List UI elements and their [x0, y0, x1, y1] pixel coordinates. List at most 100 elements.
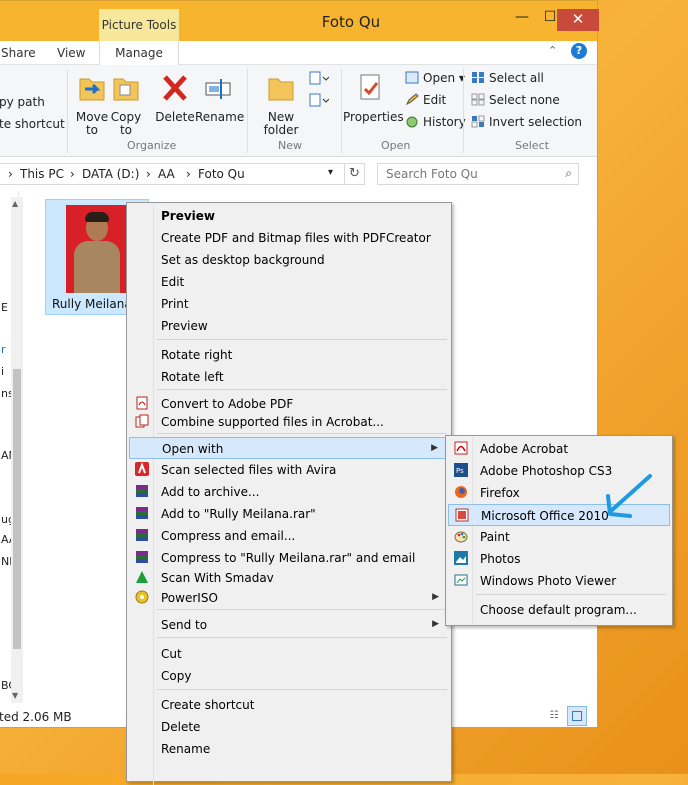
new-folder-button[interactable]: New folder: [259, 71, 303, 137]
menu-item-label: Convert to Adobe PDF: [161, 397, 294, 411]
invert-selection-button[interactable]: Invert selection: [471, 115, 582, 129]
open-with-item-photos[interactable]: Photos: [448, 548, 670, 570]
search-box[interactable]: Search Foto Qu ⌕: [377, 163, 579, 185]
scrollbar-thumb[interactable]: [13, 369, 21, 649]
folder-move-icon: [79, 78, 105, 101]
address-dropdown-icon[interactable]: ▾: [328, 167, 333, 178]
help-icon[interactable]: ?: [571, 43, 587, 59]
menu-item-label: Photos: [480, 552, 521, 566]
menu-separator: [157, 339, 447, 340]
properties-icon: [360, 74, 380, 100]
minimize-button[interactable]: —: [509, 9, 535, 31]
menu-item-send-to[interactable]: Send to ▶: [129, 614, 449, 636]
menu-item-label: Preview: [161, 319, 208, 333]
menu-item-label: Preview: [161, 209, 216, 223]
menu-item-label: Open with: [162, 442, 224, 456]
paste-shortcut-button[interactable]: te shortcut: [0, 117, 65, 131]
menu-item-label: Scan selected files with Avira: [161, 463, 337, 477]
winrar-icon: [135, 550, 149, 564]
refresh-icon[interactable]: ↻: [345, 163, 365, 185]
nav-item[interactable]: i: [1, 365, 4, 378]
easy-access-icon[interactable]: [309, 93, 329, 107]
open-button[interactable]: Open ▾: [405, 71, 465, 85]
edit-button[interactable]: Edit: [405, 93, 446, 107]
tab-manage[interactable]: Manage: [99, 41, 179, 65]
breadcrumb-aa[interactable]: AA: [158, 167, 175, 181]
open-with-item-adobe-acrobat[interactable]: Adobe Acrobat: [448, 438, 670, 460]
details-view-icon[interactable]: ☷: [545, 707, 563, 725]
poweriso-icon: [135, 590, 149, 604]
copy-to-button[interactable]: Copy to: [109, 71, 143, 137]
winrar-icon: [135, 484, 149, 498]
menu-separator: [157, 609, 447, 610]
menu-item-create-pdf-and-bitmap-files-with-pdfcreator[interactable]: Create PDF and Bitmap files with PDFCrea…: [129, 227, 449, 249]
rename-icon: [205, 79, 231, 99]
edit-icon: [405, 93, 419, 106]
large-icons-view-icon[interactable]: [567, 706, 587, 726]
tab-view[interactable]: View: [57, 46, 85, 60]
winrar-icon: [135, 528, 149, 542]
select-group-label: Select: [515, 139, 549, 152]
select-none-icon: [471, 93, 485, 106]
avira-icon: [135, 462, 149, 476]
breadcrumb-sep: ›: [8, 167, 13, 181]
scroll-up-icon[interactable]: ▲: [12, 199, 18, 208]
picture-tools-tab-header: Picture Tools: [99, 9, 179, 41]
breadcrumb-data-d[interactable]: DATA (D:): [82, 167, 139, 181]
menu-item-create-shortcut[interactable]: Create shortcut: [129, 694, 449, 716]
ribbon-minimize-icon[interactable]: ⌃: [548, 44, 557, 57]
properties-button[interactable]: Properties: [343, 71, 404, 124]
menu-item-label: Delete: [161, 720, 201, 734]
menu-item-combine-supported-files-in-acrobat[interactable]: Combine supported files in Acrobat...: [129, 411, 449, 433]
menu-item-scan-with-smadav[interactable]: Scan With Smadav: [129, 567, 449, 589]
menu-item-add-to-rully-meilana-rar[interactable]: Add to "Rully Meilana.rar": [129, 503, 449, 525]
menu-item-compress-to-rully-meilana-rar-and-email[interactable]: Compress to "Rully Meilana.rar" and emai…: [129, 547, 449, 569]
breadcrumb-this-pc[interactable]: This PC: [20, 167, 64, 181]
breadcrumb-foto-qu[interactable]: Foto Qu: [198, 167, 245, 181]
open-with-item-windows-photo-viewer[interactable]: Windows Photo Viewer: [448, 570, 670, 592]
select-none-button[interactable]: Select none: [471, 93, 560, 107]
menu-item-copy[interactable]: Copy: [129, 665, 449, 687]
nav-item[interactable]: r: [1, 343, 6, 356]
menu-item-rotate-left[interactable]: Rotate left: [129, 366, 449, 388]
menu-item-open-with[interactable]: Open with ▶: [129, 437, 449, 459]
delete-button[interactable]: Delete: [155, 71, 195, 124]
svg-text:Ps: Ps: [456, 467, 464, 475]
menu-item-rename[interactable]: Rename: [129, 738, 449, 760]
menu-item-add-to-archive[interactable]: Add to archive...: [129, 481, 449, 503]
select-all-button[interactable]: Select all: [471, 71, 544, 85]
address-bar[interactable]: › This PC › DATA (D:) › AA › Foto Qu ▾: [0, 163, 345, 185]
copy-path-button[interactable]: py path: [0, 95, 45, 109]
menu-item-rotate-right[interactable]: Rotate right: [129, 344, 449, 366]
nav-item[interactable]: E: [1, 301, 8, 314]
menu-item-delete[interactable]: Delete: [129, 716, 449, 738]
adobe-pdf-icon: [135, 396, 149, 410]
menu-item-cut[interactable]: Cut: [129, 643, 449, 665]
menu-item-preview[interactable]: Preview: [129, 205, 449, 227]
menu-item-poweriso[interactable]: PowerISO ▶: [129, 587, 449, 609]
new-item-icon[interactable]: [309, 71, 329, 85]
menu-item-preview[interactable]: Preview: [129, 315, 449, 337]
menu-item-label: Create PDF and Bitmap files with PDFCrea…: [161, 231, 431, 245]
menu-item-label: Edit: [161, 275, 185, 289]
rename-button[interactable]: Rename: [195, 71, 244, 124]
menu-item-scan-selected-files-with-avira[interactable]: Scan selected files with Avira: [129, 459, 449, 481]
menu-item-set-as-desktop-background[interactable]: Set as desktop background: [129, 249, 449, 271]
menu-item-edit[interactable]: Edit: [129, 271, 449, 293]
history-button[interactable]: History: [405, 115, 466, 129]
breadcrumb-sep: ›: [146, 167, 151, 181]
nav-scrollbar[interactable]: ▲ ▼: [11, 197, 23, 703]
status-text: ted 2.06 MB: [0, 710, 72, 724]
annotation-arrow-icon: [606, 474, 652, 518]
close-button[interactable]: ✕: [557, 9, 599, 31]
menu-separator: [157, 689, 447, 690]
scroll-down-icon[interactable]: ▼: [12, 691, 18, 700]
menu-item-print[interactable]: Print: [129, 293, 449, 315]
window-title: Foto Qu: [321, 13, 381, 31]
menu-item-compress-and-email[interactable]: Compress and email...: [129, 525, 449, 547]
move-to-button[interactable]: Move to: [75, 71, 109, 137]
menu-item-label: Compress to "Rully Meilana.rar" and emai…: [161, 551, 416, 565]
tab-share[interactable]: Share: [1, 46, 36, 60]
open-with-item-choose-default-program[interactable]: Choose default program...: [448, 599, 670, 621]
title-bar: Picture Tools Foto Qu — ☐ ✕: [0, 1, 599, 41]
